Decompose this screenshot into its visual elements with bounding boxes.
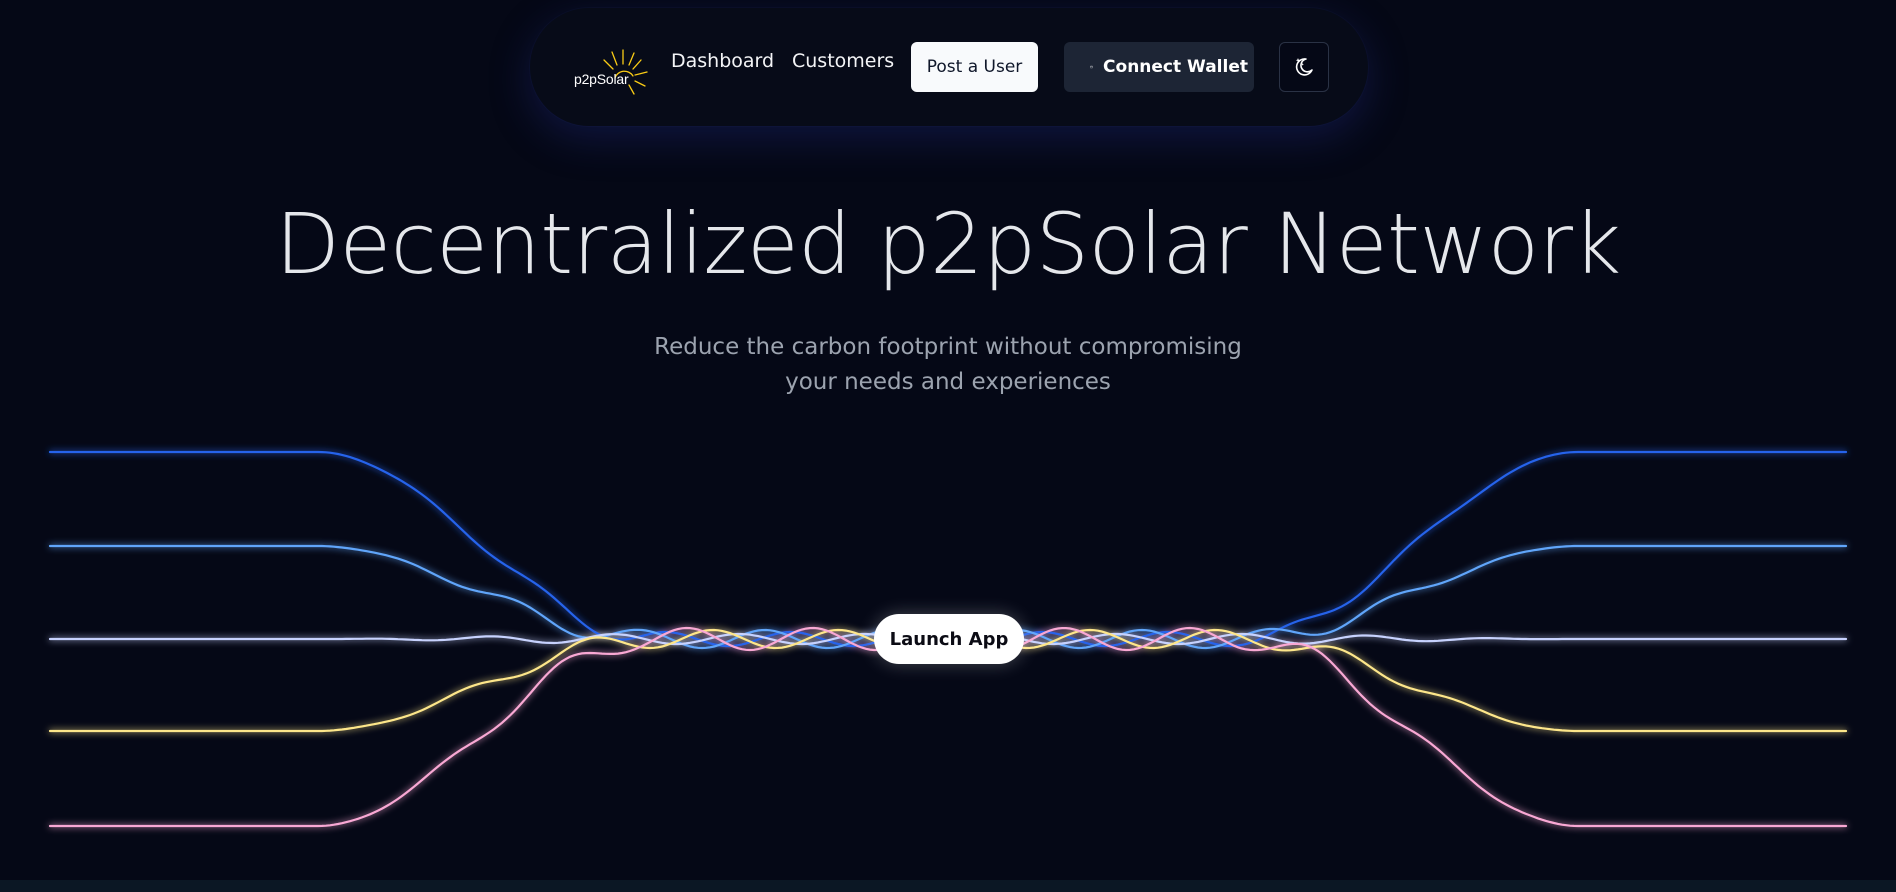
post-user-button[interactable]: Post a User <box>911 42 1038 92</box>
launch-app-label: Launch App <box>889 628 1009 650</box>
moon-stars-icon <box>1295 58 1313 76</box>
landing-page: p2pSolar Dashboard Customers Post a User… <box>0 0 1896 892</box>
theme-toggle-button[interactable] <box>1279 42 1329 92</box>
hero-subtitle: Reduce the carbon footprint without comp… <box>654 334 1242 395</box>
wallet-icon <box>1090 65 1093 69</box>
launch-app-button[interactable]: Launch App <box>874 614 1024 664</box>
nav-customers-link[interactable]: Customers <box>792 52 894 71</box>
nav-dashboard-link[interactable]: Dashboard <box>671 52 774 71</box>
bottom-strip <box>0 880 1896 892</box>
connect-wallet-button[interactable]: Connect Wallet <box>1064 42 1254 92</box>
post-user-label: Post a User <box>926 57 1023 77</box>
navbar: p2pSolar Dashboard Customers Post a User… <box>530 8 1368 126</box>
hero-title: Decentralized p2pSolar Network <box>275 195 1621 293</box>
sun-logo-icon <box>603 49 648 95</box>
connect-wallet-label: Connect Wallet <box>1103 57 1248 77</box>
logo-text: p2pSolar <box>574 71 629 87</box>
logo[interactable]: p2pSolar <box>571 38 651 98</box>
